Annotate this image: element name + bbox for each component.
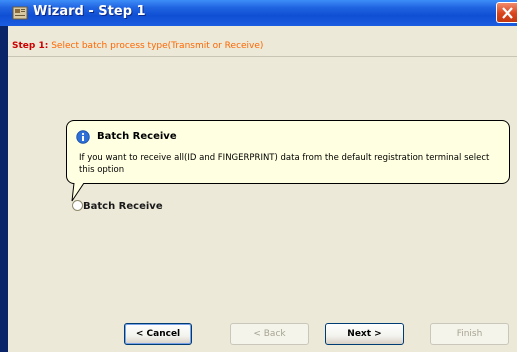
tooltip-title: Batch Receive bbox=[97, 131, 177, 142]
cancel-button[interactable]: < Cancel bbox=[124, 323, 192, 345]
window-title: Wizard - Step 1 bbox=[33, 4, 146, 19]
app-icon bbox=[12, 6, 28, 20]
batch-receive-radio[interactable] bbox=[72, 200, 83, 211]
step-number: Step 1 bbox=[12, 41, 45, 51]
wizard-window: Wizard - Step 1 Step 1: Select batch pro… bbox=[0, 0, 517, 352]
title-bar[interactable]: Wizard - Step 1 bbox=[0, 0, 517, 26]
tooltip-body: If you want to receive all(ID and FINGER… bbox=[79, 153, 490, 175]
info-icon bbox=[76, 130, 90, 144]
next-button[interactable]: Next > bbox=[325, 323, 404, 345]
finish-button[interactable]: Finish bbox=[430, 323, 509, 345]
step-description: Select batch process type(Transmit or Re… bbox=[51, 41, 264, 51]
back-button[interactable]: < Back bbox=[230, 323, 309, 345]
step-heading: Step 1: Select batch process type(Transm… bbox=[12, 41, 263, 51]
close-icon bbox=[502, 7, 513, 19]
wizard-content: Step 1: Select batch process type(Transm… bbox=[8, 26, 517, 352]
header-divider bbox=[8, 56, 517, 57]
tooltip-balloon: Batch Receive If you want to receive all… bbox=[66, 120, 510, 184]
close-button[interactable] bbox=[496, 2, 517, 23]
batch-receive-label[interactable]: Batch Receive bbox=[83, 201, 163, 212]
step-separator: : bbox=[44, 41, 49, 51]
